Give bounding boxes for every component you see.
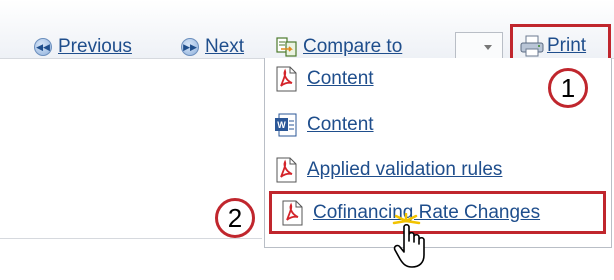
menu-item-label[interactable]: Content xyxy=(307,114,374,136)
next-link[interactable]: Next xyxy=(205,36,244,58)
menu-item-content-word[interactable]: W Content xyxy=(273,110,374,140)
callout-1: 1 xyxy=(548,68,588,108)
hand-cursor-icon xyxy=(392,213,425,268)
print-link[interactable]: Print xyxy=(547,35,586,57)
previous-button[interactable]: ◀◀ Previous xyxy=(34,35,132,59)
compare-icon xyxy=(276,37,297,57)
menu-item-content-pdf[interactable]: Content xyxy=(273,64,374,94)
compare-button[interactable]: Compare to xyxy=(276,35,402,59)
pdf-icon xyxy=(282,200,303,225)
content-divider xyxy=(0,238,262,239)
word-icon: W xyxy=(275,113,297,137)
previous-icon: ◀◀ xyxy=(34,38,52,56)
svg-text:W: W xyxy=(277,120,286,130)
menu-item-label[interactable]: Applied validation rules xyxy=(307,159,502,181)
chevron-down-icon xyxy=(484,45,492,50)
menu-item-validation-rules[interactable]: Applied validation rules xyxy=(273,155,502,185)
menu-item-label[interactable]: Content xyxy=(307,68,374,90)
next-icon: ▶▶ xyxy=(181,38,199,56)
next-button[interactable]: ▶▶ Next xyxy=(181,35,244,59)
pdf-icon xyxy=(276,66,297,92)
compare-select[interactable] xyxy=(455,32,503,60)
previous-link[interactable]: Previous xyxy=(58,36,132,58)
compare-link[interactable]: Compare to xyxy=(303,36,402,58)
printer-icon xyxy=(520,35,544,57)
pdf-icon xyxy=(276,157,297,183)
callout-2: 2 xyxy=(215,198,255,238)
